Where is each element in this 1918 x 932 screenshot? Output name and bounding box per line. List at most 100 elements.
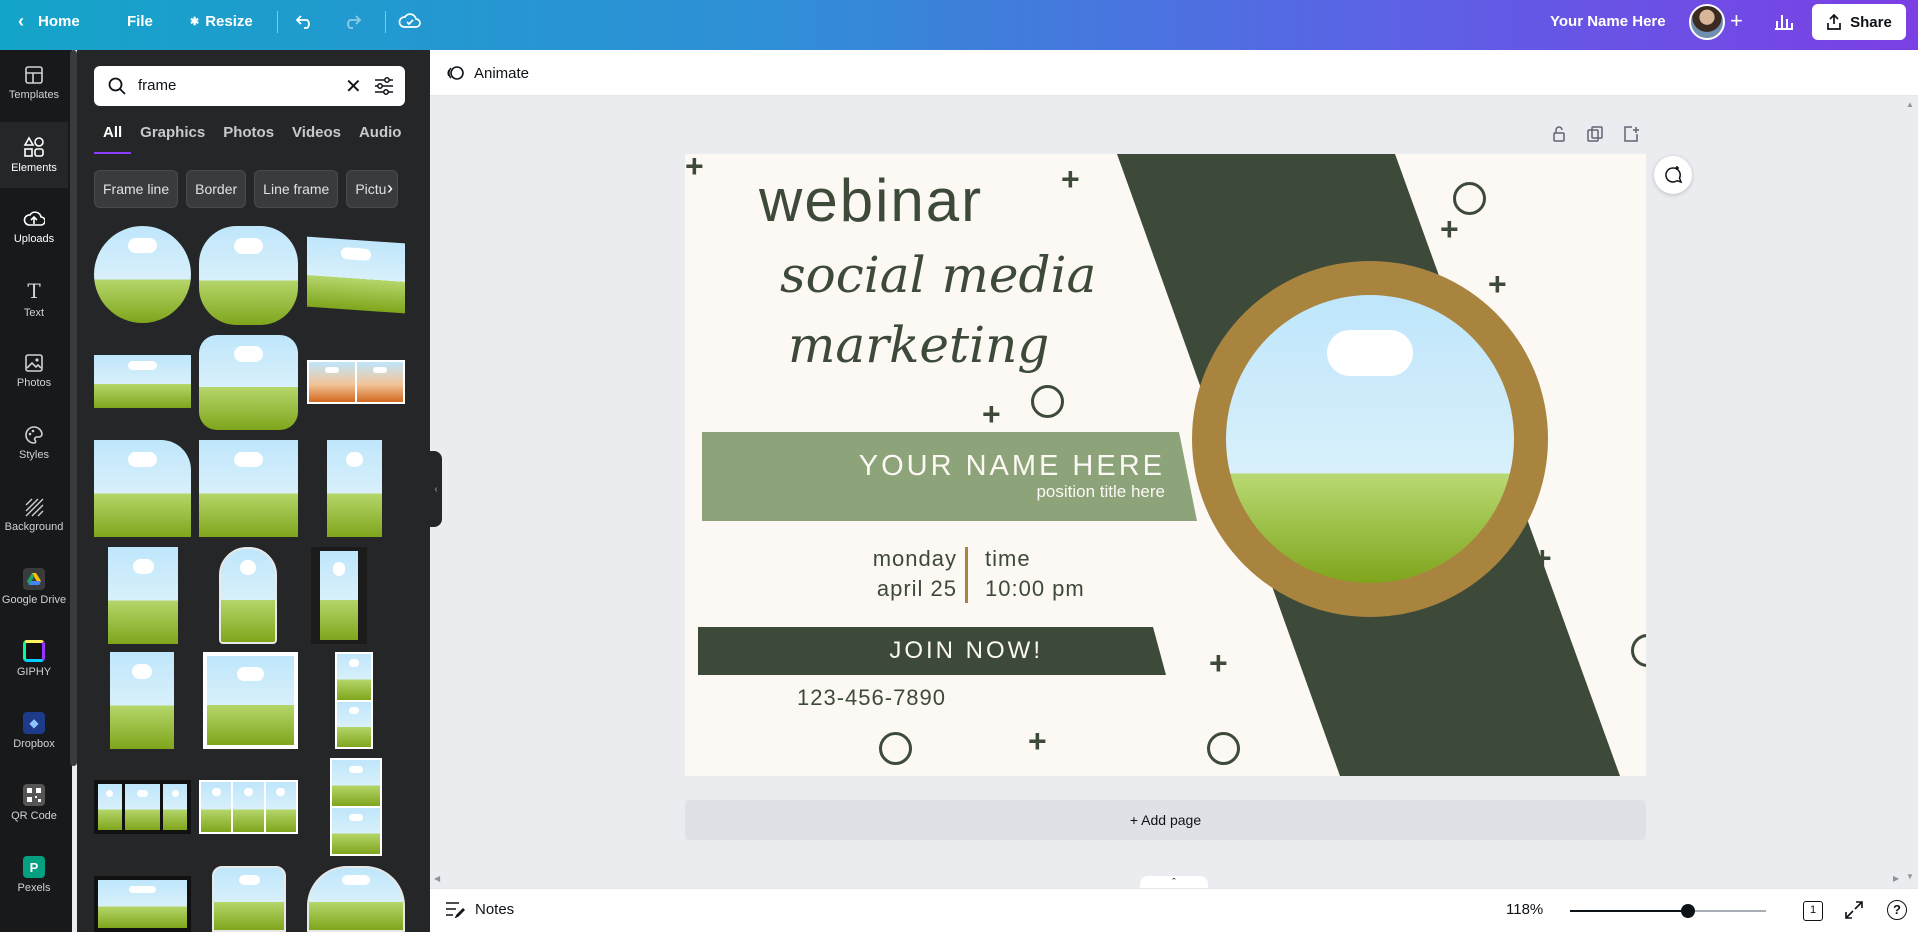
undo-button[interactable] (295, 0, 315, 42)
frame-thumbnail[interactable] (212, 866, 286, 932)
rail-item-google-drive[interactable]: Google Drive (0, 554, 68, 620)
frame-thumbnail[interactable] (307, 236, 405, 314)
frame-thumbnail[interactable] (219, 547, 277, 644)
frame-thumbnail[interactable] (330, 758, 382, 856)
circle-photo-frame[interactable] (1192, 261, 1548, 617)
frame-thumbnail[interactable] (108, 547, 178, 644)
frame-thumbnail[interactable] (199, 780, 298, 834)
chip-line-frame[interactable]: Line frame (254, 170, 339, 208)
rail-scrollbar[interactable] (70, 50, 77, 766)
frame-thumbnail[interactable] (110, 652, 174, 749)
duplicate-page-icon[interactable] (1587, 126, 1603, 147)
rail-item-templates[interactable]: Templates (0, 50, 68, 116)
rail-item-qr-code[interactable]: QR Code (0, 770, 68, 836)
help-button[interactable]: ? (1887, 900, 1907, 920)
animate-button[interactable]: Animate (446, 61, 529, 85)
rail-item-text[interactable]: T Text (0, 266, 68, 332)
tab-photos[interactable]: Photos (214, 122, 283, 154)
script-line-1[interactable]: social media (780, 246, 1096, 304)
scroll-right-arrow[interactable]: ▶ (1893, 874, 1899, 883)
rail-label: Google Drive (1, 594, 67, 606)
scroll-down-arrow[interactable]: ▼ (1906, 872, 1914, 881)
add-page-icon[interactable] (1623, 126, 1639, 147)
rail-item-dropbox[interactable]: ◆ Dropbox (0, 698, 68, 764)
chevron-right-icon[interactable]: › (387, 178, 409, 200)
frame-thumbnail[interactable] (311, 547, 367, 644)
frame-thumbnail[interactable] (327, 440, 382, 537)
day-text[interactable]: monday (805, 546, 957, 572)
frame-thumbnail[interactable] (307, 866, 405, 932)
redo-button[interactable] (342, 0, 362, 42)
frame-placeholder-image (1226, 295, 1514, 583)
rail-item-elements[interactable]: Elements (0, 122, 68, 188)
name-text[interactable]: YOUR NAME HERE (835, 450, 1165, 483)
user-name-link[interactable]: Your Name Here (1550, 0, 1666, 42)
rail-item-photos[interactable]: Photos (0, 338, 68, 404)
ring-decoration (1031, 385, 1064, 418)
share-button[interactable]: Share (1812, 4, 1906, 40)
frame-thumbnail[interactable] (94, 226, 191, 323)
zoom-slider-handle[interactable] (1680, 904, 1695, 918)
qr-code-icon (23, 784, 45, 806)
time-label[interactable]: time (985, 546, 1031, 572)
script-line-2[interactable]: marketing (788, 316, 1049, 374)
filter-icon[interactable] (374, 77, 394, 95)
rail-item-giphy[interactable]: GIPHY (0, 626, 68, 692)
design-canvas[interactable]: webinar social media marketing YOUR NAME… (685, 154, 1646, 776)
collapse-panel-button[interactable]: ‹ (430, 451, 442, 527)
insights-button[interactable] (1774, 0, 1798, 42)
cta-text[interactable]: JOIN NOW! (698, 637, 1043, 665)
phone-text[interactable]: 123-456-7890 (797, 685, 946, 711)
add-page-button[interactable]: + Add page (685, 800, 1646, 840)
frame-thumbnail[interactable] (335, 652, 373, 749)
frame-thumbnail[interactable] (203, 652, 298, 749)
time-value[interactable]: 10:00 pm (985, 576, 1085, 602)
date-text[interactable]: april 25 (805, 576, 957, 602)
zoom-level[interactable]: 118% (1506, 901, 1543, 918)
scroll-up-arrow[interactable]: ▲ (1906, 100, 1914, 109)
rail-item-background[interactable]: Background (0, 482, 68, 548)
frame-slot (332, 760, 380, 806)
scroll-left-arrow[interactable]: ◀ (434, 874, 440, 883)
title-text[interactable]: webinar (759, 166, 983, 235)
styles-icon (25, 426, 43, 444)
frame-thumbnail[interactable] (94, 876, 191, 932)
frame-thumbnail[interactable] (307, 360, 405, 404)
rail-item-styles[interactable]: Styles (0, 410, 68, 476)
fullscreen-button[interactable] (1845, 901, 1863, 923)
rail-item-pexels[interactable]: P Pexels (0, 842, 68, 908)
frame-thumbnail[interactable] (199, 226, 298, 325)
clear-search-icon[interactable]: ✕ (345, 74, 362, 99)
frame-thumbnail[interactable] (199, 335, 298, 430)
tab-videos[interactable]: Videos (283, 122, 350, 154)
chip-frame-line[interactable]: Frame line (94, 170, 179, 208)
frame-thumbnail[interactable] (94, 780, 191, 834)
notes-button[interactable]: Notes (445, 900, 514, 918)
frame-thumbnail[interactable] (94, 355, 191, 408)
tab-all[interactable]: All (94, 122, 132, 154)
rail-label: Uploads (13, 233, 55, 245)
suggestion-chips: Frame line Border Line frame Pictu (94, 170, 399, 208)
position-text[interactable]: position title here (935, 482, 1165, 502)
zoom-slider[interactable] (1570, 904, 1766, 918)
rail-label: Templates (8, 89, 60, 101)
search-box[interactable]: frame ✕ (94, 66, 405, 106)
add-comment-button[interactable] (1654, 156, 1692, 194)
cloud-save-button[interactable] (398, 0, 422, 42)
resize-label: Resize (205, 12, 253, 30)
frame-thumbnail[interactable] (94, 440, 191, 537)
home-button[interactable]: ‹ Home (18, 0, 80, 42)
rail-item-uploads[interactable]: Uploads (0, 194, 68, 260)
resize-button[interactable]: ✱ Resize (190, 0, 253, 42)
file-menu-button[interactable]: File (127, 0, 153, 42)
avatar[interactable] (1689, 4, 1725, 40)
search-input[interactable]: frame (138, 77, 176, 94)
chip-border[interactable]: Border (186, 170, 247, 208)
page-count-button[interactable]: 1 (1803, 901, 1823, 921)
plus-decoration: + (685, 154, 704, 184)
lock-icon[interactable] (1551, 126, 1567, 147)
tab-audio[interactable]: Audio (350, 122, 411, 154)
add-collaborator-button[interactable]: + (1730, 0, 1743, 42)
frame-thumbnail[interactable] (199, 440, 298, 537)
tab-graphics[interactable]: Graphics (131, 122, 214, 154)
